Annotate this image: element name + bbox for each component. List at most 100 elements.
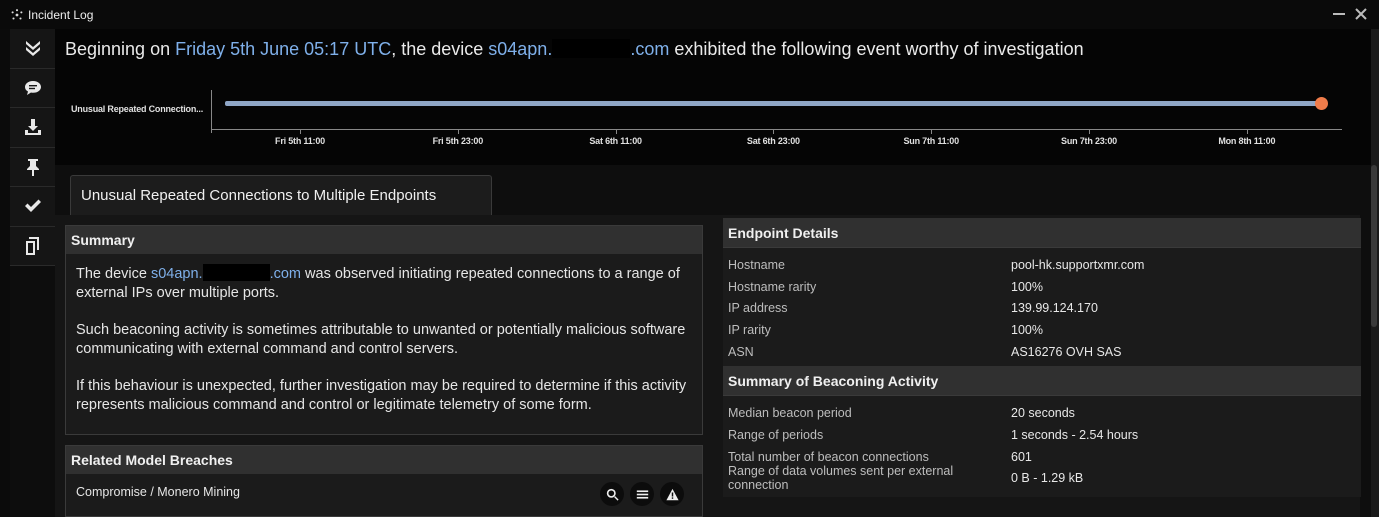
window-titlebar: Incident Log [0,0,1379,29]
close-icon[interactable] [1353,6,1369,22]
beaconing-detail-row: Median beacon period 20 seconds [723,402,1361,424]
summary-paragraph-2: Such beaconing activity is sometimes att… [76,322,686,357]
download-button[interactable] [10,108,55,148]
summary-paragraph-1: The device s04apn. .com was observed init… [76,264,692,303]
device-name-prefix: s04apn. [488,39,553,59]
redaction-box [202,264,270,281]
timeline-row-label: Unusual Repeated Connection... [71,104,204,114]
collapse-chevrons-icon [25,41,40,57]
beaconing-detail-row: Range of periods 1 seconds - 2.54 hours [723,424,1361,446]
checkmark-icon [24,199,41,213]
minimize-icon[interactable] [1331,6,1347,22]
timeline-event-marker[interactable] [1315,97,1328,110]
summary-card: Summary The device s04apn. .com was obser… [65,225,703,435]
beaconing-detail-key: Range of data volumes sent per external … [728,464,954,493]
app-logo-icon [11,8,23,20]
summary-device-suffix: .com [269,266,301,282]
timeline-date-label: Mon 8th 11:00 [1218,136,1276,146]
headline-device-link[interactable]: s04apn. .com [488,39,669,59]
endpoint-detail-key: ASN [728,344,754,359]
device-name-suffix: .com [630,39,670,59]
row-actions [600,482,684,506]
timeline-tick-mark [931,129,933,134]
timeline-tick-mark [1089,129,1090,134]
endpoint-detail-key: IP address [728,301,788,316]
endpoint-detail-value: pool-hk.supportxmr.com [1011,257,1145,272]
timeline-tick-mark [773,129,775,134]
endpoint-detail-key: IP rarity [728,322,771,337]
event-timeline: Unusual Repeated Connection... Fri 5th 1… [55,89,1371,165]
timeline-y-axis [211,90,212,133]
endpoint-detail-value: AS16276 OVH SAS [1011,344,1122,359]
timeline-event-bar[interactable] [225,101,1321,106]
endpoint-details-card: Endpoint Details Hostname pool-hk.support… [723,218,1361,497]
beaconing-detail-value: 20 seconds [1011,406,1075,421]
endpoint-details-list: Hostname pool-hk.supportxmr.com Hostname r… [723,248,1361,366]
summary-device-link[interactable]: s04apn. .com [150,264,301,282]
beaconing-summary-header: Summary of Beaconing Activity [723,366,1361,397]
endpoint-detail-value: 100% [1011,322,1043,337]
copy-button[interactable] [10,226,55,266]
endpoint-detail-row: IP address 139.99.124.170 [723,297,1361,319]
endpoint-detail-row: Hostname pool-hk.supportxmr.com [723,254,1361,276]
endpoint-detail-key: Hostname [728,257,785,272]
tab-model-breach[interactable]: Unusual Repeated Connections to Multiple… [70,175,492,215]
timeline-date-label: Fri 5th 23:00 [432,136,484,146]
comment-icon [24,80,41,95]
endpoint-detail-value: 139.99.124.170 [1011,301,1098,316]
endpoint-detail-row: IP rarity 100% [723,319,1361,341]
incident-header: Beginning on Friday 5th June 05:17 UTC, … [55,29,1371,165]
timeline-x-axis [211,129,1342,130]
scrollbar[interactable] [1371,165,1377,327]
summary-paragraph-3: If this behaviour is unexpected, further… [76,378,687,413]
warning-triangle-icon [665,488,679,500]
list-icon [636,489,648,499]
download-icon [24,119,41,136]
beaconing-detail-value: 1 seconds - 2.54 hours [1011,427,1139,442]
summary-header: Summary [66,226,702,254]
headline-date-link[interactable]: Friday 5th June 05:17 UTC [175,39,391,59]
copy-icon [25,236,39,255]
search-icon [606,488,619,501]
related-breach-name: Compromise / Monero Mining [76,485,240,499]
pin-button[interactable] [10,147,55,187]
redaction-box [552,39,631,58]
timeline-date-label: Sun 7th 23:00 [1061,136,1117,146]
summary-p1-prefix: The device [76,266,151,282]
beaconing-detail-key: Range of periods [728,427,824,442]
timeline-tick-mark [457,129,459,134]
window-title: Incident Log [28,7,94,22]
headline-middle: , the device [391,39,489,59]
timeline-date-label: Sun 7th 11:00 [903,136,959,146]
related-breaches-header: Related Model Breaches [66,446,702,474]
endpoint-detail-row: Hostname rarity 100% [723,276,1361,298]
comment-button[interactable] [10,68,55,108]
timeline-date-label: Fri 5th 11:00 [275,136,325,146]
headline-prefix: Beginning on [65,39,176,59]
search-button[interactable] [600,482,624,506]
beaconing-summary-list: Median beacon period 20 seconds Range of p… [723,396,1361,493]
sidebar [10,29,55,517]
list-button[interactable] [630,482,654,506]
headline-suffix: exhibited the following event worthy of … [669,39,1084,59]
collapse-button[interactable] [10,29,55,69]
alert-button[interactable] [660,482,684,506]
beaconing-detail-row: Range of data volumes sent per external … [723,464,1361,492]
main-content: Unusual Repeated Connections to Multiple… [55,165,1371,517]
pin-icon [26,158,39,176]
timeline-tick-mark [1246,129,1248,134]
beaconing-detail-key: Median beacon period [728,406,852,421]
related-breach-row[interactable]: Compromise / Monero Mining [66,474,702,510]
breach-details-panel: Summary The device s04apn. .com was obser… [55,215,1361,517]
beaconing-detail-key: Total number of beacon connections [728,449,929,464]
timeline-date-label: Sat 6th 11:00 [589,136,642,146]
acknowledge-button[interactable] [10,187,55,227]
timeline-tick-mark [300,129,301,134]
timeline-date-label: Sat 6th 23:00 [746,136,800,146]
related-breaches-card: Related Model Breaches Compromise / Mone… [65,445,703,517]
summary-device-prefix: s04apn. [150,266,203,282]
incident-headline: Beginning on Friday 5th June 05:17 UTC, … [65,39,1084,60]
timeline-tick-mark [615,129,617,134]
beaconing-detail-value: 0 B - 1.29 kB [1011,471,1084,486]
beaconing-detail-value: 601 [1011,449,1032,464]
